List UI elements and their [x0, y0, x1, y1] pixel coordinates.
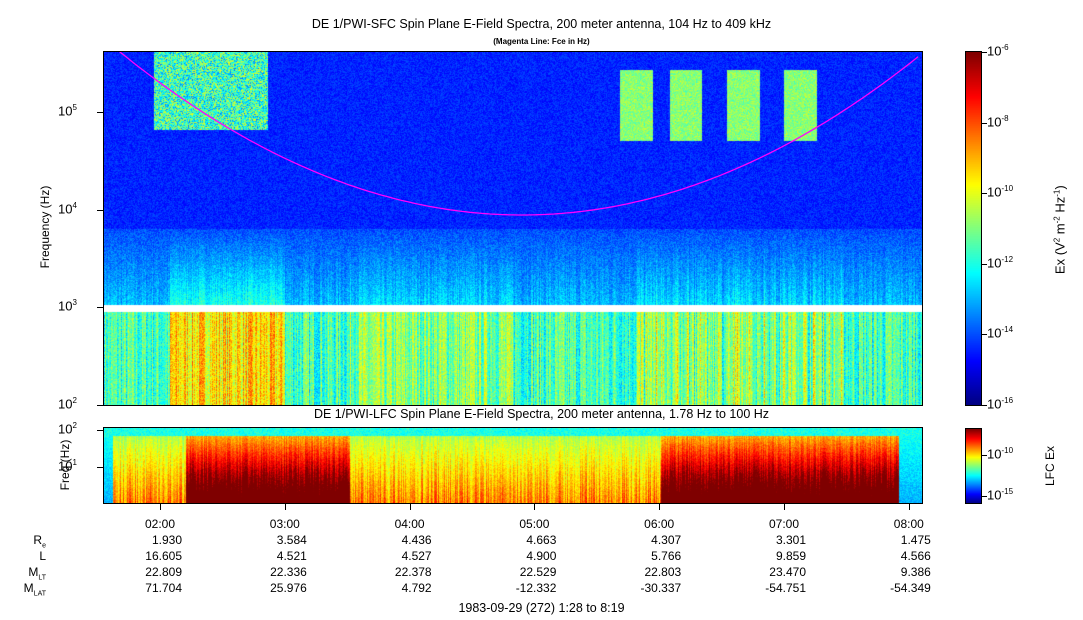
lfc-ytick	[97, 467, 103, 468]
ephemeris-value: -30.337	[640, 581, 682, 595]
ephemeris-value: 22.809	[145, 565, 182, 579]
time-tick	[409, 504, 411, 510]
time-tick	[784, 504, 785, 510]
ephemeris-value: 1.930	[151, 533, 182, 547]
ephemeris-value: -54.751	[765, 581, 806, 595]
sfc-colorbar-tick-label: 10-12	[987, 254, 1014, 271]
ephemeris-value: 4.436	[401, 533, 432, 547]
sfc-ytick	[97, 209, 103, 211]
ephemeris-value: 9.859	[775, 549, 806, 563]
ephemeris-value: -54.349	[890, 581, 931, 595]
lfc-colorbar-tick	[981, 455, 987, 456]
sfc-ytick-label: 104	[58, 200, 77, 217]
sfc-ytick	[97, 405, 103, 406]
sfc-colorbar-tick	[981, 263, 987, 265]
lfc-ytick-label: 101	[58, 458, 77, 474]
sfc-colorbar-tick	[981, 52, 987, 53]
ephemeris-label: MLAT	[23, 581, 46, 598]
sfc-frame	[103, 51, 923, 406]
time-tick-label: 03:00	[269, 517, 300, 531]
lfc-title: DE 1/PWI-LFC Spin Plane E-Field Spectra,…	[313, 407, 770, 421]
sfc-colorbar-tick-label: 10-10	[987, 184, 1014, 200]
time-tick-label: 04:00	[394, 517, 425, 531]
sfc-ytick-label: 105	[58, 103, 77, 119]
time-caption: 1983-09-29 (272) 1:28 to 8:19	[458, 601, 625, 615]
time-tick	[160, 504, 161, 510]
time-tick	[659, 504, 661, 510]
sfc-subtitle: (Magenta Line: Fce in Hz)	[493, 37, 590, 46]
time-tick	[534, 504, 536, 510]
sfc-ylabel: Frequency (Hz)	[38, 185, 52, 269]
time-tick-label: 06:00	[644, 517, 675, 531]
lfc-colorbar-label: LFC Ex	[1043, 446, 1057, 487]
time-tick-label: 02:00	[144, 517, 176, 531]
lfc-colorbar-tick-label: 10-10	[987, 446, 1014, 462]
lfc-frame	[103, 427, 923, 504]
ephemeris-value: 4.527	[401, 549, 432, 563]
sfc-colorbar-tick	[981, 193, 987, 195]
ephemeris-value: 23.470	[769, 565, 806, 579]
sfc-colorbar-frame	[965, 51, 982, 406]
ephemeris-label: L	[39, 549, 46, 563]
sfc-title: DE 1/PWI-SFC Spin Plane E-Field Spectra,…	[311, 17, 772, 31]
sfc-colorbar-tick-label: 10-8	[987, 113, 1009, 129]
ephemeris-value: 3.301	[775, 533, 806, 547]
sfc-colorbar-tick-label: 10-14	[987, 325, 1014, 341]
sfc-colorbar-tick-label: 10-16	[987, 396, 1014, 412]
sfc-colorbar-tick-label: 10-6	[987, 43, 1009, 59]
ephemeris-value: 9.386	[900, 565, 931, 579]
time-tick	[284, 504, 286, 510]
ephemeris-value: 3.584	[276, 533, 307, 547]
lfc-colorbar-tick	[981, 496, 987, 497]
sfc-ytick-label: 103	[58, 298, 77, 314]
ephemeris-label: Re	[33, 533, 46, 550]
lfc-colorbar-tick-label: 10-15	[987, 487, 1014, 503]
ephemeris-value: 71.704	[145, 581, 182, 595]
sfc-ytick-label: 102	[58, 396, 77, 412]
time-tick-label: 07:00	[768, 517, 800, 531]
lfc-colorbar-frame	[965, 428, 982, 504]
ephemeris-value: -12.332	[515, 581, 557, 595]
time-tick-label: 08:00	[893, 517, 924, 531]
ephemeris-value: 4.307	[651, 533, 682, 547]
ephemeris-value: 5.766	[651, 549, 682, 563]
ephemeris-value: 16.605	[145, 549, 182, 563]
ephemeris-value: 1.475	[900, 533, 931, 547]
sfc-colorbar-label: Ex (V2 m-2 Hz-1)	[1052, 185, 1068, 275]
ephemeris-label: MLT	[28, 565, 46, 582]
time-tick-label: 05:00	[519, 517, 550, 531]
ephemeris-value: 4.566	[900, 549, 931, 563]
sfc-colorbar-tick	[981, 122, 987, 124]
ephemeris-value: 4.521	[276, 549, 307, 563]
ephemeris-value: 22.803	[644, 565, 682, 579]
sfc-colorbar-tick	[981, 405, 987, 406]
sfc-ytick	[97, 307, 103, 309]
ephemeris-value: 4.792	[401, 581, 432, 595]
ephemeris-value: 22.529	[519, 565, 557, 579]
ephemeris-value: 22.378	[394, 565, 432, 579]
sfc-colorbar-tick	[981, 334, 987, 336]
ephemeris-value: 4.663	[526, 533, 557, 547]
lfc-ytick	[97, 430, 103, 431]
time-tick	[908, 504, 910, 510]
ephemeris-value: 22.336	[270, 565, 307, 579]
ephemeris-value: 25.976	[270, 581, 307, 595]
sfc-ytick	[97, 112, 103, 114]
lfc-ytick-label: 102	[58, 421, 77, 437]
ephemeris-value: 4.900	[526, 549, 557, 563]
